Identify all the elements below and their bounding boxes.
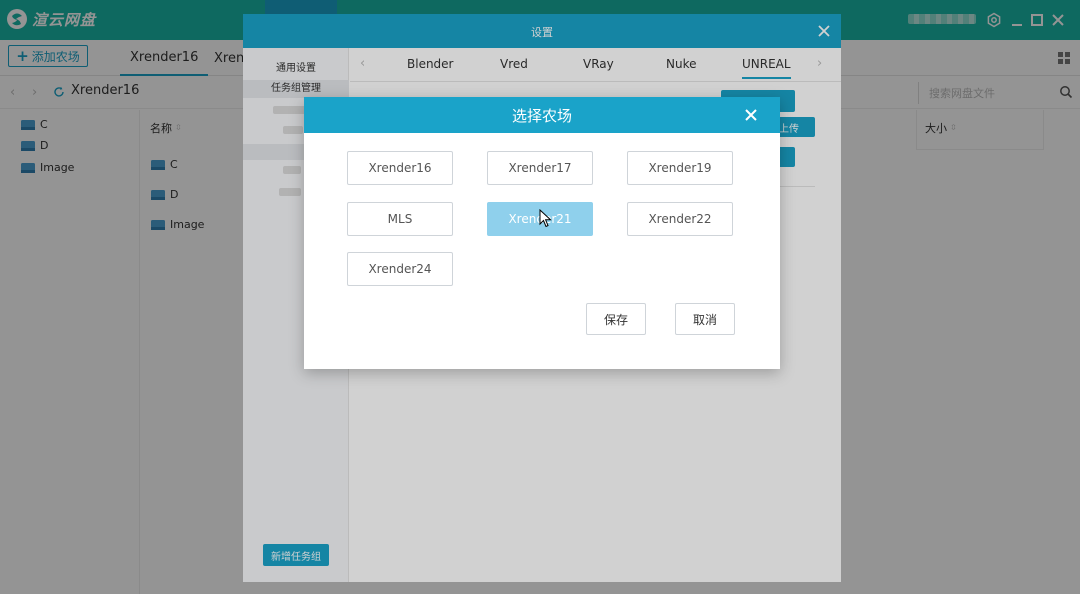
farm-option-mls[interactable]: MLS <box>347 202 453 236</box>
mouse-cursor-icon <box>539 209 552 228</box>
choose-farm-dialog: 选择农场 Xrender16 Xrender17 Xrender19 MLS X… <box>304 97 780 369</box>
save-button[interactable]: 保存 <box>586 303 646 335</box>
farm-option-xrender16[interactable]: Xrender16 <box>347 151 453 185</box>
cancel-button[interactable]: 取消 <box>675 303 735 335</box>
farm-option-xrender22[interactable]: Xrender22 <box>627 202 733 236</box>
close-icon[interactable] <box>742 106 760 124</box>
farm-option-xrender17[interactable]: Xrender17 <box>487 151 593 185</box>
choose-farm-title: 选择农场 <box>511 107 572 125</box>
farm-option-xrender19[interactable]: Xrender19 <box>627 151 733 185</box>
choose-farm-header: 选择农场 <box>304 97 780 133</box>
farm-option-xrender24[interactable]: Xrender24 <box>347 252 453 286</box>
